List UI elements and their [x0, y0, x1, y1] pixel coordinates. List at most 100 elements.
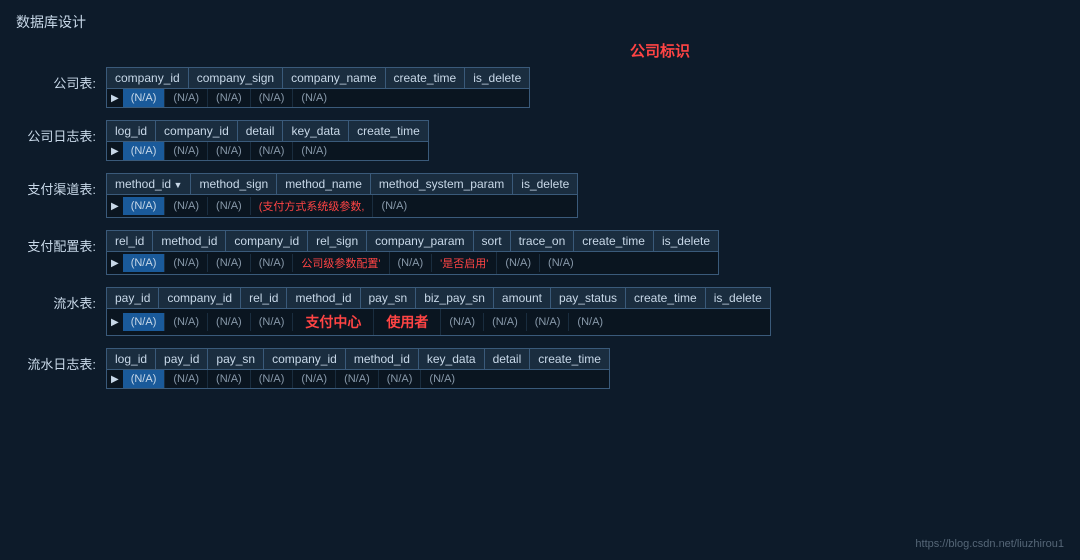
- table-cell: (N/A): [123, 313, 166, 331]
- db-table: pay_idcompany_idrel_idmethod_idpay_snbiz…: [106, 287, 771, 336]
- column-header: method_name: [277, 174, 371, 194]
- table-cell: (N/A): [421, 370, 463, 388]
- table-cell: (N/A): [251, 313, 294, 331]
- row-arrow-icon: ▶: [107, 144, 123, 159]
- column-header: company_id: [226, 231, 308, 251]
- column-header: pay_sn: [208, 349, 264, 369]
- column-header: pay_status: [551, 288, 626, 308]
- table-row: ▶(N/A)(N/A)(N/A)(N/A)支付中心使用者(N/A)(N/A)(N…: [107, 309, 770, 335]
- column-header: create_time: [574, 231, 654, 251]
- table-cell: (N/A): [165, 89, 208, 107]
- table-cell: (N/A): [293, 370, 336, 388]
- table-cell: (N/A): [251, 89, 294, 107]
- table-section: 流水表:pay_idcompany_idrel_idmethod_idpay_s…: [16, 287, 1064, 336]
- table-header-row: rel_idmethod_idcompany_idrel_signcompany…: [107, 231, 718, 252]
- table-row: ▶(N/A)(N/A)(N/A)(N/A)(N/A)(N/A)(N/A)(N/A…: [107, 370, 609, 388]
- column-header: key_data: [419, 349, 485, 369]
- table-cell: (N/A): [123, 370, 166, 388]
- table-cell: (N/A): [208, 313, 251, 331]
- column-header: rel_id: [241, 288, 287, 308]
- table-section: 流水日志表:log_idpay_idpay_sncompany_idmethod…: [16, 348, 1064, 389]
- column-header: is_delete: [513, 174, 577, 194]
- column-header: detail: [238, 121, 284, 141]
- page-title: 数据库设计: [16, 12, 1064, 32]
- db-table-wrapper: pay_idcompany_idrel_idmethod_idpay_snbiz…: [106, 287, 771, 336]
- section-label: 支付渠道表:: [16, 173, 106, 198]
- column-header: rel_id: [107, 231, 153, 251]
- user-label: 使用者: [386, 314, 428, 330]
- column-header: company_id: [264, 349, 346, 369]
- table-row: ▶(N/A)(N/A)(N/A)(N/A)(N/A): [107, 89, 529, 107]
- column-header: is_delete: [706, 288, 770, 308]
- table-cell: 支付中心: [293, 309, 374, 335]
- table-cell: (N/A): [379, 370, 422, 388]
- table-row: ▶(N/A)(N/A)(N/A)(N/A)公司级参数配置'(N/A)'是否启用'…: [107, 252, 718, 274]
- column-header: company_name: [283, 68, 385, 88]
- column-header: log_id: [107, 349, 156, 369]
- db-table: company_idcompany_signcompany_namecreate…: [106, 67, 530, 108]
- table-cell: (N/A): [293, 89, 335, 107]
- row-arrow-icon: ▶: [107, 199, 123, 214]
- table-row: ▶(N/A)(N/A)(N/A)(N/A)(N/A): [107, 142, 428, 160]
- table-cell: (N/A): [165, 370, 208, 388]
- column-header: company_id: [156, 121, 238, 141]
- table-section: 公司表:company_idcompany_signcompany_namecr…: [16, 67, 1064, 108]
- section-label: 流水日志表:: [16, 348, 106, 373]
- db-table: log_idpay_idpay_sncompany_idmethod_idkey…: [106, 348, 610, 389]
- column-header: trace_on: [511, 231, 575, 251]
- table-row: ▶(N/A)(N/A)(N/A)(支付方式系统级参数,(N/A): [107, 195, 577, 217]
- db-table-wrapper: rel_idmethod_idcompany_idrel_signcompany…: [106, 230, 719, 275]
- column-header: method_system_param: [371, 174, 513, 194]
- db-table-wrapper: company_idcompany_signcompany_namecreate…: [106, 67, 530, 108]
- table-cell: (N/A): [208, 254, 251, 272]
- column-header: pay_id: [107, 288, 159, 308]
- row-arrow-icon: ▶: [107, 372, 123, 387]
- column-header: is_delete: [654, 231, 718, 251]
- column-header: rel_sign: [308, 231, 367, 251]
- table-cell: (N/A): [123, 254, 166, 272]
- column-header: company_param: [367, 231, 473, 251]
- column-header: pay_id: [156, 349, 208, 369]
- table-cell: 使用者: [374, 309, 441, 335]
- column-header: detail: [485, 349, 531, 369]
- table-cell: (N/A): [165, 313, 208, 331]
- pay-center-label: 支付中心: [305, 314, 361, 330]
- table-cell: (N/A): [293, 142, 335, 160]
- row-arrow-icon: ▶: [107, 256, 123, 271]
- table-cell: (N/A): [165, 197, 208, 215]
- table-cell: (N/A): [123, 89, 166, 107]
- table-cell: (N/A): [208, 370, 251, 388]
- table-cell: (N/A): [251, 254, 294, 272]
- table-cell: (N/A): [208, 142, 251, 160]
- column-header: create_time: [626, 288, 706, 308]
- watermark: https://blog.csdn.net/liuzhirou1: [915, 538, 1064, 550]
- db-table: log_idcompany_iddetailkey_datacreate_tim…: [106, 120, 429, 161]
- table-cell: (N/A): [497, 254, 540, 272]
- column-header: key_data: [283, 121, 349, 141]
- column-header: biz_pay_sn: [416, 288, 494, 308]
- column-header: sort: [474, 231, 511, 251]
- table-cell: (N/A): [540, 254, 582, 272]
- column-header: method_id: [287, 288, 360, 308]
- table-header-row: log_idcompany_iddetailkey_datacreate_tim…: [107, 121, 428, 142]
- column-header: company_id: [107, 68, 189, 88]
- db-table: rel_idmethod_idcompany_idrel_signcompany…: [106, 230, 719, 275]
- column-header: amount: [494, 288, 551, 308]
- column-header: method_id: [346, 349, 419, 369]
- table-cell: (N/A): [484, 313, 527, 331]
- table-cell: (N/A): [208, 197, 251, 215]
- table-cell: (N/A): [165, 142, 208, 160]
- table-cell: (N/A): [390, 254, 433, 272]
- table-cell: (N/A): [123, 142, 166, 160]
- section-label: 公司日志表:: [16, 120, 106, 145]
- column-header: company_sign: [189, 68, 283, 88]
- table-header-row: company_idcompany_signcompany_namecreate…: [107, 68, 529, 89]
- table-cell: (N/A): [336, 370, 379, 388]
- db-table-wrapper: log_idpay_idpay_sncompany_idmethod_idkey…: [106, 348, 610, 389]
- table-cell: (N/A): [527, 313, 570, 331]
- row-arrow-icon: ▶: [107, 91, 123, 106]
- table-cell: (N/A): [208, 89, 251, 107]
- row-arrow-icon: ▶: [107, 315, 123, 330]
- table-section: 公司日志表:log_idcompany_iddetailkey_datacrea…: [16, 120, 1064, 161]
- section-label: 支付配置表:: [16, 230, 106, 255]
